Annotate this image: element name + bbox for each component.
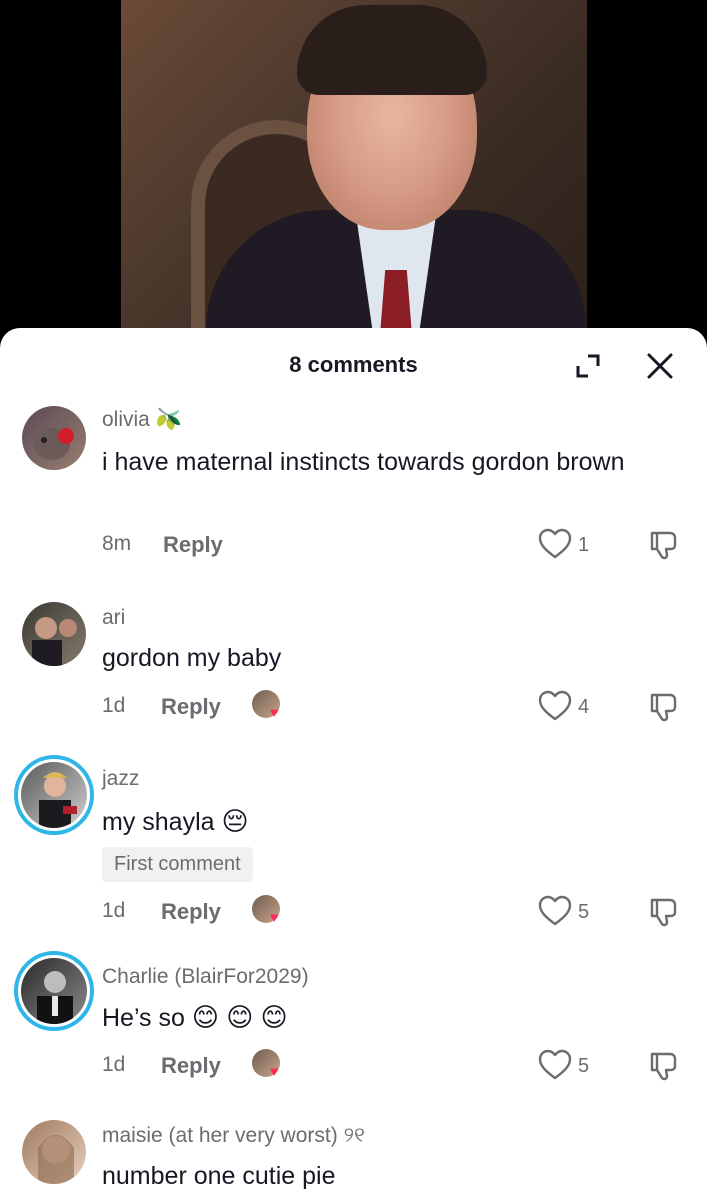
reply-button[interactable]: Reply [163,532,223,558]
like-count: 1 [578,534,590,556]
comments-sheet: 8 comments olivia 🫒 i have maternal inst… [0,328,707,1200]
like-count: 5 [578,1055,590,1077]
comment-username[interactable]: ari [102,606,125,630]
like-count: 5 [578,901,590,923]
dislike-icon[interactable] [646,690,680,724]
dislike-icon[interactable] [646,1049,680,1083]
heart-icon[interactable] [538,895,572,927]
video-frame [121,0,587,340]
comment-text: gordon my baby [102,644,282,672]
video-player[interactable] [0,0,707,340]
heart-icon[interactable] [538,528,572,560]
comment-username[interactable]: jazz [102,767,139,791]
comment-username[interactable]: maisie (at her very worst) ୨୧ [102,1124,365,1148]
reply-button[interactable]: Reply [161,899,221,925]
avatar-story-ring[interactable] [14,951,94,1031]
comment-text: He’s so 😊 😊 😊 [102,1002,288,1032]
creator-liked-heart-icon: ♥ [270,909,279,925]
close-icon[interactable] [640,346,680,386]
creator-liked-heart-icon: ♥ [270,704,279,720]
comment-text: my shayla 😔 [102,806,249,836]
comments-header: 8 comments [0,328,707,400]
comment-text: number one cutie pie [102,1162,336,1190]
person-hair [297,5,487,95]
dislike-icon[interactable] [646,895,680,929]
comment-username[interactable]: Charlie (BlairFor2029) [102,965,309,989]
comment-time: 8m [102,532,132,555]
avatar[interactable] [22,406,86,470]
comment-time: 1d [102,899,126,922]
reply-button[interactable]: Reply [161,694,221,720]
heart-icon[interactable] [538,1049,572,1081]
heart-icon[interactable] [538,690,572,722]
avatar[interactable] [22,602,86,666]
avatar[interactable] [22,1120,86,1184]
first-comment-badge: First comment [102,847,253,882]
expand-icon[interactable] [570,348,606,384]
comment-username[interactable]: olivia 🫒 [102,408,182,432]
dislike-icon[interactable] [646,528,680,562]
creator-liked-heart-icon: ♥ [270,1063,279,1079]
comment-text: i have maternal instincts towards gordon… [102,448,625,476]
reply-button[interactable]: Reply [161,1053,221,1079]
comment-time: 1d [102,694,126,717]
comment-time: 1d [102,1053,126,1076]
avatar-story-ring[interactable] [14,755,94,835]
like-count: 4 [578,696,590,718]
